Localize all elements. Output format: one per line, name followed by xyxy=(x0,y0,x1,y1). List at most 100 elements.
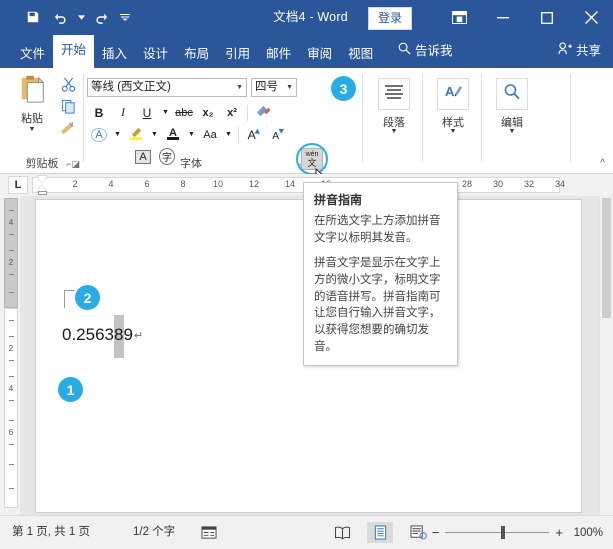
paragraph-button[interactable] xyxy=(378,78,410,110)
ribbon: 粘贴 ▼ 剪贴板 ⌐◪ 等线 (西文正文) ▼ 四号 ▼ B I U ▼ abc… xyxy=(0,68,613,185)
paste-button[interactable]: 粘贴 ▼ xyxy=(10,74,54,133)
callout-badge-3: 3 xyxy=(331,76,356,101)
vertical-ruler-track xyxy=(4,308,18,508)
svg-text:A: A xyxy=(272,131,279,142)
proofing-icon[interactable] xyxy=(196,522,222,543)
vertical-scrollbar[interactable] xyxy=(599,196,613,515)
chevron-down-icon[interactable]: ▼ xyxy=(148,124,161,145)
tab-insert[interactable]: 插入 xyxy=(94,40,135,68)
divider xyxy=(422,74,423,162)
highlighter-icon xyxy=(128,126,145,144)
zoom-controls[interactable]: − + 100% xyxy=(432,516,603,549)
left-indent-marker[interactable] xyxy=(38,191,47,195)
paste-icon xyxy=(17,75,47,108)
ruler-number: 14 xyxy=(284,179,295,189)
document-text-value: 0.256389 xyxy=(62,325,133,344)
tell-me-search[interactable]: 告诉我 xyxy=(398,35,453,68)
divider xyxy=(238,126,239,143)
strikethrough-button[interactable]: abc xyxy=(172,102,196,123)
web-layout-icon[interactable] xyxy=(405,522,431,543)
tooltip-title: 拼音指南 xyxy=(314,193,363,207)
underline-button[interactable]: U xyxy=(135,102,159,123)
superscript-button[interactable]: x² xyxy=(220,102,244,123)
tooltip-body: 在所选文字上方添加拼音文字以标明其发音。 拼音文字是显示在文字上方的微小文字，标… xyxy=(314,213,447,355)
ruler-number: 2 xyxy=(8,258,14,267)
text-highlight-button[interactable] xyxy=(124,124,148,145)
zoom-level[interactable]: 100% xyxy=(569,527,603,539)
italic-button[interactable]: I xyxy=(111,102,135,123)
close-icon[interactable] xyxy=(569,0,613,35)
font-size-value: 四号 xyxy=(255,81,278,93)
scrollbar-thumb[interactable] xyxy=(602,198,611,318)
shrink-font-button[interactable]: A xyxy=(266,124,290,145)
chevron-down-icon[interactable]: ▼ xyxy=(222,124,235,145)
chevron-down-icon[interactable]: ▼ xyxy=(424,128,482,135)
text-boundary-marker xyxy=(64,290,74,308)
styles-icon: A xyxy=(443,83,463,106)
clear-formatting-button[interactable] xyxy=(251,102,275,123)
styles-button[interactable]: A xyxy=(437,78,469,110)
word-count[interactable]: 1/2 个字 xyxy=(133,516,175,549)
group-paragraph: 段落 ▼ xyxy=(365,68,423,173)
share-button[interactable]: 共享 xyxy=(558,35,601,68)
group-styles: A 样式 ▼ xyxy=(424,68,482,173)
align-lines-icon xyxy=(384,84,404,105)
tab-references[interactable]: 引用 xyxy=(217,40,258,68)
magnifier-icon xyxy=(503,83,521,106)
callout-badge-2: 2 xyxy=(75,285,100,310)
editing-button[interactable] xyxy=(496,78,528,110)
ribbon-display-options-icon[interactable] xyxy=(437,0,481,35)
svg-text:A: A xyxy=(248,128,257,142)
format-painter-button[interactable] xyxy=(56,120,80,142)
first-line-indent-marker[interactable] xyxy=(37,176,47,183)
grow-font-button[interactable]: A xyxy=(242,124,266,145)
divider xyxy=(481,74,482,162)
tab-mailings[interactable]: 邮件 xyxy=(258,40,299,68)
tab-view[interactable]: 视图 xyxy=(340,40,381,68)
subscript-button[interactable]: x₂ xyxy=(196,102,220,123)
zoom-in-button[interactable]: + xyxy=(555,525,563,540)
tab-design[interactable]: 设计 xyxy=(135,40,176,68)
tab-stop-selector[interactable]: L xyxy=(8,176,28,194)
divider xyxy=(83,74,84,162)
minimize-icon[interactable] xyxy=(481,0,525,35)
font-size-combobox[interactable]: 四号 ▼ xyxy=(251,78,297,97)
tab-home[interactable]: 开始 xyxy=(53,35,95,68)
copy-button[interactable] xyxy=(56,98,80,120)
page-indicator[interactable]: 第 1 页, 共 1 页 xyxy=(12,516,90,549)
sign-in-button[interactable]: 登录 xyxy=(368,7,413,30)
text-effects-button[interactable]: A xyxy=(87,124,111,145)
print-layout-icon[interactable] xyxy=(367,522,393,543)
chevron-down-icon[interactable]: ▼ xyxy=(159,102,172,123)
maximize-icon[interactable] xyxy=(525,0,569,35)
chevron-down-icon[interactable]: ▼ xyxy=(483,128,541,135)
read-mode-icon[interactable] xyxy=(329,522,355,543)
zoom-out-button[interactable]: − xyxy=(432,525,440,540)
chevron-down-icon[interactable]: ▼ xyxy=(10,126,54,133)
tab-layout[interactable]: 布局 xyxy=(176,40,217,68)
document-text-line[interactable]: 0.256389↵ xyxy=(62,325,143,345)
ruler-number: 4 xyxy=(8,218,14,227)
tab-file[interactable]: 文件 xyxy=(12,40,53,68)
change-case-button[interactable]: Aa xyxy=(198,124,222,145)
font-color-button[interactable]: A xyxy=(161,124,185,145)
collapse-ribbon-icon[interactable]: ^ xyxy=(600,158,605,169)
ruler-number: 2 xyxy=(72,179,78,189)
cut-button[interactable] xyxy=(56,76,80,98)
font-name-combobox[interactable]: 等线 (西文正文) ▼ xyxy=(87,78,247,97)
zoom-slider[interactable] xyxy=(445,526,550,539)
tab-review[interactable]: 审阅 xyxy=(299,40,340,68)
paintbrush-icon xyxy=(60,121,76,141)
eraser-icon xyxy=(255,104,271,122)
vertical-ruler[interactable]: 4 2 2 4 6 xyxy=(0,196,20,515)
clipboard-dialog-launcher[interactable]: ⌐◪ xyxy=(66,159,80,170)
bold-button[interactable]: B xyxy=(87,102,111,123)
chevron-down-icon[interactable]: ▼ xyxy=(286,78,296,97)
chevron-down-icon[interactable]: ▼ xyxy=(236,78,246,97)
chevron-down-icon[interactable]: ▼ xyxy=(185,124,198,145)
tell-me-label: 告诉我 xyxy=(415,44,453,58)
zoom-slider-handle[interactable] xyxy=(501,526,506,539)
chevron-down-icon[interactable]: ▼ xyxy=(365,128,423,135)
divider xyxy=(570,74,571,162)
chevron-down-icon[interactable]: ▼ xyxy=(111,124,124,145)
